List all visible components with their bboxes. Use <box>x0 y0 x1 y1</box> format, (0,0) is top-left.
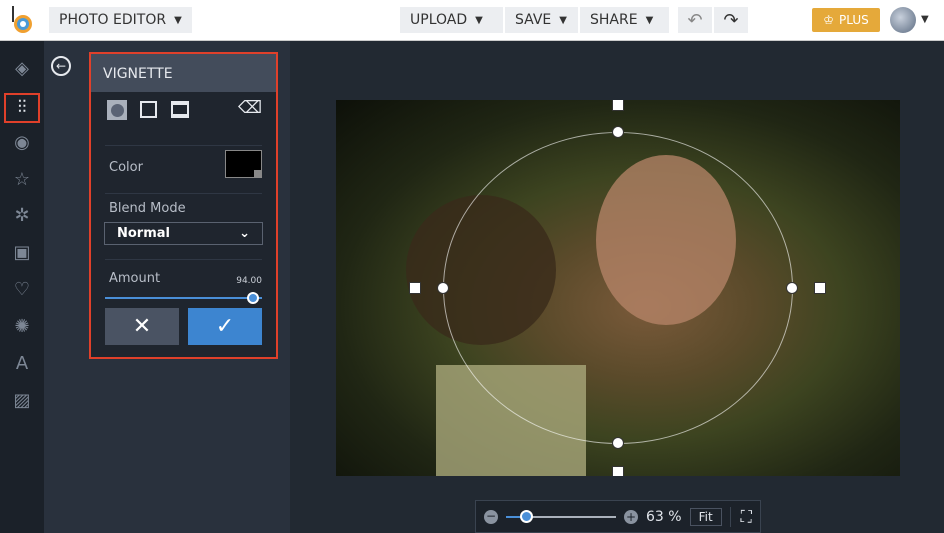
zoom-in-icon[interactable]: + <box>624 509 638 524</box>
amount-value: 94.00 <box>236 276 262 286</box>
avatar[interactable] <box>890 7 916 33</box>
check-icon: ✓ <box>215 314 235 339</box>
amount-slider[interactable] <box>105 292 262 304</box>
upload-label: UPLOAD <box>410 12 468 28</box>
blend-label: Blend Mode <box>109 201 186 216</box>
eye-icon[interactable]: ◉ <box>10 131 34 155</box>
zoom-slider-thumb[interactable] <box>519 509 533 523</box>
top-bar: PHOTO EDITOR ▼ UPLOAD ▼ SAVE ▼ SHARE ▼ ↶ ↷ ♔… <box>0 0 944 41</box>
caret-down-icon: ▼ <box>174 14 182 26</box>
star-icon[interactable]: ☆ <box>10 168 34 192</box>
frame-icon[interactable]: ▣ <box>10 241 34 265</box>
amount-slider-thumb[interactable] <box>246 292 259 304</box>
share-button[interactable]: SHARE ▼ <box>580 7 669 33</box>
square-shape-button[interactable] <box>140 101 157 118</box>
tool-rail: ◈ ⫶⫶ ◉ ☆ ✲ ▣ ♡ ✺ A ▨ <box>0 41 44 533</box>
color-swatch[interactable] <box>225 150 262 178</box>
texture-icon[interactable]: ▨ <box>10 389 34 413</box>
app-logo[interactable] <box>10 6 34 34</box>
cancel-button[interactable]: ✕ <box>105 308 179 345</box>
back-button[interactable]: ← <box>51 56 71 76</box>
ellipse-handle[interactable] <box>612 126 624 138</box>
undo-button[interactable]: ↶ <box>678 7 712 33</box>
caret-down-icon[interactable]: ▼ <box>921 14 929 25</box>
fullscreen-icon[interactable]: ⛶ <box>729 506 752 527</box>
upload-button[interactable]: UPLOAD ▼ <box>400 7 503 33</box>
vignette-ellipse[interactable] <box>443 132 793 444</box>
redo-icon: ↷ <box>723 9 739 31</box>
adjustments-icon[interactable]: ⫶⫶ <box>4 93 40 123</box>
vignette-panel: VIGNETTE ⌫ Color Blend Mode Normal ⌄ Amou… <box>89 52 278 359</box>
text-icon[interactable]: A <box>10 352 34 376</box>
apply-button[interactable]: ✓ <box>188 308 262 345</box>
wide-shape-button[interactable] <box>171 101 189 118</box>
save-button[interactable]: SAVE ▼ <box>505 7 578 33</box>
caret-down-icon: ▼ <box>645 14 654 26</box>
color-label: Color <box>109 160 143 175</box>
blend-mode-select[interactable]: Normal ⌄ <box>104 222 263 245</box>
color-row: Color <box>105 146 262 194</box>
zoom-value: 63 % <box>646 508 682 525</box>
chevron-down-icon: ⌄ <box>239 226 250 241</box>
ellipse-handle[interactable] <box>612 437 624 449</box>
plus-button[interactable]: ♔ PLUS <box>812 8 880 32</box>
share-label: SHARE <box>590 12 638 28</box>
ellipse-handle[interactable] <box>786 282 798 294</box>
shape-options: ⌫ <box>105 92 262 146</box>
resize-handle[interactable] <box>409 282 421 294</box>
redo-button[interactable]: ↷ <box>714 7 748 33</box>
badge-icon[interactable]: ✲ <box>10 204 34 228</box>
panel-title: VIGNETTE <box>91 54 276 92</box>
heart-icon[interactable]: ♡ <box>10 278 34 302</box>
resize-handle[interactable] <box>814 282 826 294</box>
zoom-slider[interactable] <box>506 509 616 523</box>
save-label: SAVE <box>515 12 552 28</box>
blend-row: Blend Mode Normal ⌄ <box>104 194 263 260</box>
undo-icon: ↶ <box>687 9 703 31</box>
layers-icon[interactable]: ◈ <box>10 57 34 81</box>
zoom-out-icon[interactable]: − <box>484 509 498 524</box>
amount-label: Amount <box>109 271 161 286</box>
app-menu-label: PHOTO EDITOR <box>59 12 167 28</box>
caret-down-icon: ▼ <box>475 14 483 26</box>
close-icon: ✕ <box>132 314 152 339</box>
sticker-icon[interactable]: ✺ <box>10 315 34 339</box>
zoom-bar: − + 63 % Fit ⛶ <box>475 500 761 533</box>
clear-icon[interactable]: ⌫ <box>238 98 262 118</box>
resize-handle[interactable] <box>612 466 624 476</box>
resize-handle[interactable] <box>612 100 624 111</box>
circle-shape-button[interactable] <box>107 100 127 120</box>
blend-value: Normal <box>117 226 170 241</box>
fit-button[interactable]: Fit <box>689 507 722 526</box>
ellipse-handle[interactable] <box>437 282 449 294</box>
photo-editor-menu[interactable]: PHOTO EDITOR ▼ <box>49 7 192 33</box>
plus-label: PLUS <box>839 13 869 27</box>
caret-down-icon: ▼ <box>559 14 567 26</box>
photo-canvas[interactable] <box>336 100 900 476</box>
crown-icon: ♔ <box>823 13 835 27</box>
